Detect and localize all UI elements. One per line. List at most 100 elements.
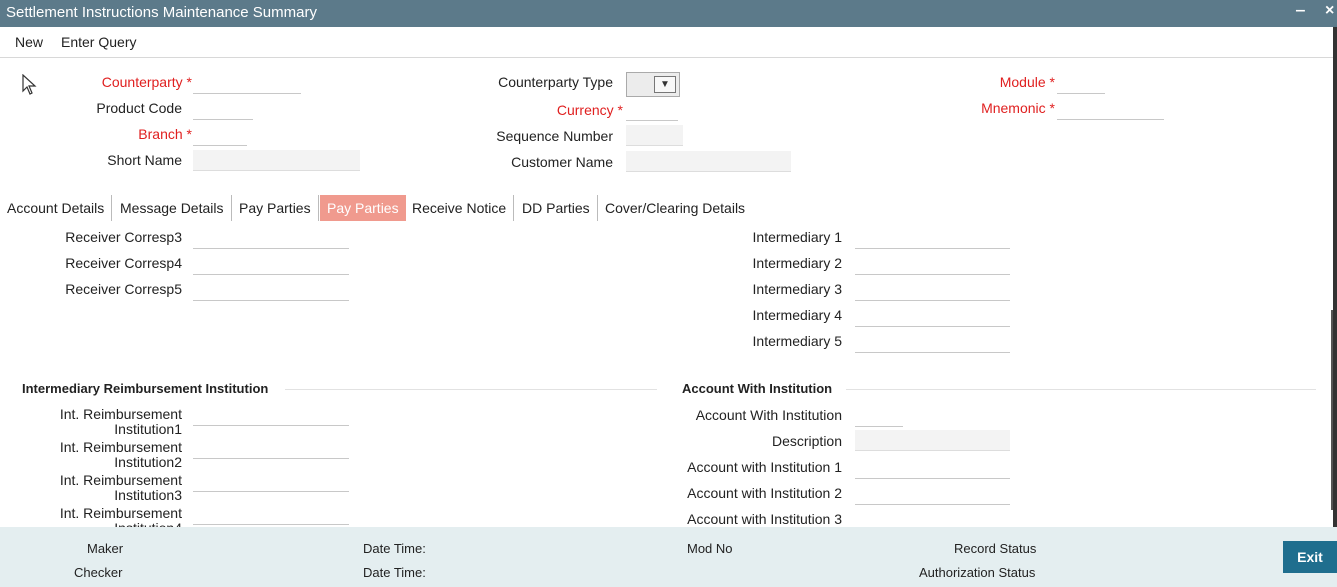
awi-label: Account With Institution — [695, 407, 842, 423]
required-marker: * — [186, 126, 192, 142]
counterparty-type-select[interactable]: ▼ — [626, 72, 680, 97]
menubar: New Enter Query — [0, 27, 1337, 58]
int-reimb-2-line2: Institution2 — [114, 454, 182, 470]
product-code-input[interactable] — [193, 99, 253, 120]
receiver-corresp5-input[interactable] — [193, 280, 349, 301]
awi-input[interactable] — [855, 406, 903, 427]
intermediary-3-label: Intermediary 3 — [752, 281, 842, 297]
exit-button[interactable]: Exit — [1283, 541, 1337, 573]
awi-3-label: Account with Institution 3 — [687, 511, 842, 527]
sequence-number-label: Sequence Number — [496, 128, 613, 144]
intermediary-1-label: Intermediary 1 — [752, 229, 842, 245]
mouse-cursor-icon — [22, 74, 37, 95]
counterparty-input[interactable] — [193, 73, 301, 94]
receiver-corresp4-label: Receiver Corresp4 — [65, 255, 182, 271]
customer-name-label: Customer Name — [511, 154, 613, 170]
checker-date-time-label: Date Time: — [363, 565, 426, 580]
short-name-label: Short Name — [107, 152, 182, 168]
awi-1-label: Account with Institution 1 — [687, 459, 842, 475]
maker-date-time-label: Date Time: — [363, 541, 426, 556]
int-reimb-3-line2: Institution3 — [114, 487, 182, 503]
counterparty-type-label: Counterparty Type — [498, 74, 613, 90]
awi-2-label: Account with Institution 2 — [687, 485, 842, 501]
checker-label: Checker — [74, 565, 123, 580]
currency-label: Currency * — [470, 102, 623, 118]
awi-1-input[interactable] — [855, 458, 1010, 479]
int-reimb-1-label: Int. Reimbursement Institution1 — [20, 407, 182, 437]
tab-dd-parties[interactable]: DD Parties — [515, 195, 598, 221]
int-reimb-3-label: Int. Reimbursement Institution3 — [20, 473, 182, 503]
maker-label: Maker — [87, 541, 124, 556]
description-label: Description — [771, 433, 842, 449]
branch-label-text: Branch — [138, 126, 183, 142]
receiver-corresp5-label: Receiver Corresp5 — [65, 281, 182, 297]
counterparty-label: Counterparty * — [60, 74, 192, 90]
intermediary-3-input[interactable] — [855, 280, 1010, 301]
mnemonic-label: Mnemonic * — [930, 100, 1055, 116]
product-code-label: Product Code — [96, 100, 182, 116]
chevron-down-icon[interactable]: ▼ — [654, 76, 676, 93]
audit-footer: Maker Checker Date Time: Date Time: Mod … — [0, 527, 1337, 587]
short-name-input[interactable] — [193, 150, 360, 171]
intermediary-5-input[interactable] — [855, 332, 1010, 353]
receiver-corresp3-label: Receiver Corresp3 — [65, 229, 182, 245]
int-reimb-section-title: Intermediary Reimbursement Institution — [22, 381, 269, 396]
intermediary-2-input[interactable] — [855, 254, 1010, 275]
int-reimb-3-line1: Int. Reimbursement — [59, 472, 182, 488]
section-divider — [846, 389, 1316, 390]
branch-input[interactable] — [193, 125, 247, 146]
required-marker: * — [1049, 74, 1055, 90]
currency-label-text: Currency — [556, 102, 614, 118]
mnemonic-label-text: Mnemonic — [981, 100, 1046, 116]
section-divider — [285, 389, 657, 390]
sequence-number-input[interactable] — [626, 125, 683, 146]
intermediary-5-label: Intermediary 5 — [752, 333, 842, 349]
module-label: Module * — [930, 74, 1055, 90]
int-reimb-1-line2: Institution1 — [114, 421, 182, 437]
tab-pay-parties[interactable]: Pay Parties — [232, 195, 319, 221]
awi-section-title: Account With Institution — [682, 381, 833, 396]
module-label-text: Module — [999, 74, 1046, 90]
int-reimb-1-line1: Int. Reimbursement — [59, 406, 182, 422]
branch-label: Branch * — [60, 126, 192, 142]
enter-query-button[interactable]: Enter Query — [61, 34, 136, 50]
intermediary-4-input[interactable] — [855, 306, 1010, 327]
authorization-status-label: Authorization Status — [919, 565, 1036, 580]
int-reimb-4-input[interactable] — [193, 504, 349, 525]
window-edge — [1333, 27, 1337, 527]
currency-input[interactable] — [626, 100, 678, 121]
tab-account-details[interactable]: Account Details — [0, 195, 113, 221]
tab-cover-clearing-details[interactable]: Cover/Clearing Details — [598, 195, 752, 221]
mod-no-label: Mod No — [687, 541, 733, 556]
awi-2-input[interactable] — [855, 484, 1010, 505]
counterparty-label-text: Counterparty — [101, 74, 183, 90]
receiver-corresp4-input[interactable] — [193, 254, 349, 275]
required-marker: * — [186, 74, 192, 90]
mnemonic-input[interactable] — [1057, 99, 1164, 120]
required-marker: * — [617, 102, 623, 118]
minimize-icon[interactable]: ‒ — [1296, 2, 1305, 20]
receiver-corresp3-input[interactable] — [193, 228, 349, 249]
customer-name-input[interactable] — [626, 151, 791, 172]
int-reimb-2-label: Int. Reimbursement Institution2 — [20, 440, 182, 470]
window-titlebar: Settlement Instructions Maintenance Summ… — [0, 0, 1337, 27]
intermediary-1-input[interactable] — [855, 228, 1010, 249]
int-reimb-2-line1: Int. Reimbursement — [59, 439, 182, 455]
intermediary-2-label: Intermediary 2 — [752, 255, 842, 271]
tab-pay-parties-active[interactable]: Pay Parties — [320, 195, 406, 221]
module-input[interactable] — [1057, 73, 1105, 94]
intermediary-4-label: Intermediary 4 — [752, 307, 842, 323]
int-reimb-3-input[interactable] — [193, 471, 349, 492]
record-status-label: Record Status — [954, 541, 1037, 556]
required-marker: * — [1049, 100, 1055, 116]
tab-receive-notice[interactable]: Receive Notice — [405, 195, 515, 221]
window-title: Settlement Instructions Maintenance Summ… — [6, 4, 317, 21]
int-reimb-2-input[interactable] — [193, 438, 349, 459]
scrollbar[interactable] — [1331, 310, 1333, 510]
tab-message-details[interactable]: Message Details — [113, 195, 232, 221]
int-reimb-1-input[interactable] — [193, 405, 349, 426]
close-icon[interactable]: × — [1325, 2, 1334, 20]
description-input[interactable] — [855, 430, 1010, 451]
new-button[interactable]: New — [15, 34, 43, 50]
int-reimb-4-line1: Int. Reimbursement — [59, 505, 182, 521]
